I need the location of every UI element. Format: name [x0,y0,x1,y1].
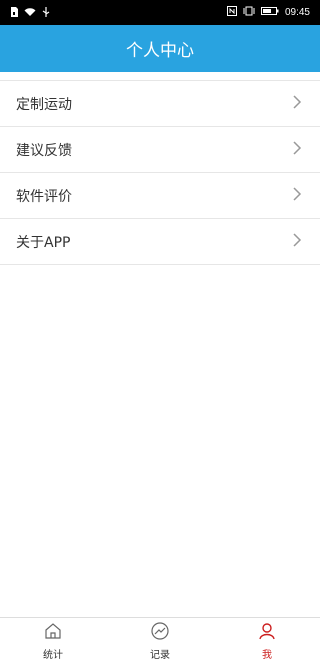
header: 个人中心 [0,25,320,72]
menu-item-label: 定制运动 [16,96,72,113]
tab-label: 我 [262,650,272,661]
chevron-right-icon [292,232,304,251]
wifi-icon [24,7,36,20]
menu-item-custom-workout[interactable]: 定制运动 [0,81,320,127]
user-icon [257,621,277,644]
home-icon [43,621,63,644]
nfc-icon [226,6,237,19]
tab-me[interactable]: 我 [214,618,320,664]
tab-label: 统计 [43,650,63,661]
trend-icon [150,621,170,644]
tab-records[interactable]: 记录 [107,618,213,664]
tab-label: 记录 [150,650,170,661]
status-bar: 09:45 [0,0,320,25]
chevron-right-icon [292,94,304,113]
menu-item-about-app[interactable]: 关于APP [0,219,320,265]
status-left [10,7,50,20]
chevron-right-icon [292,140,304,159]
menu-item-feedback[interactable]: 建议反馈 [0,127,320,173]
usb-icon [42,7,50,20]
bottom-tab-bar: 统计 记录 我 [0,617,320,664]
battery-icon [260,6,279,19]
menu-item-rate-app[interactable]: 软件评价 [0,173,320,219]
tab-statistics[interactable]: 统计 [0,618,106,664]
menu-item-label: 建议反馈 [16,142,72,159]
vibrate-icon [243,6,255,19]
page-title: 个人中心 [126,41,194,61]
status-time: 09:45 [284,7,310,18]
chevron-right-icon [292,186,304,205]
menu-item-label: 软件评价 [16,188,72,205]
sim-icon [10,7,18,20]
status-right: 09:45 [226,6,310,19]
menu-item-label: 关于APP [16,234,71,251]
settings-menu: 定制运动 建议反馈 软件评价 关于APP [0,80,320,265]
